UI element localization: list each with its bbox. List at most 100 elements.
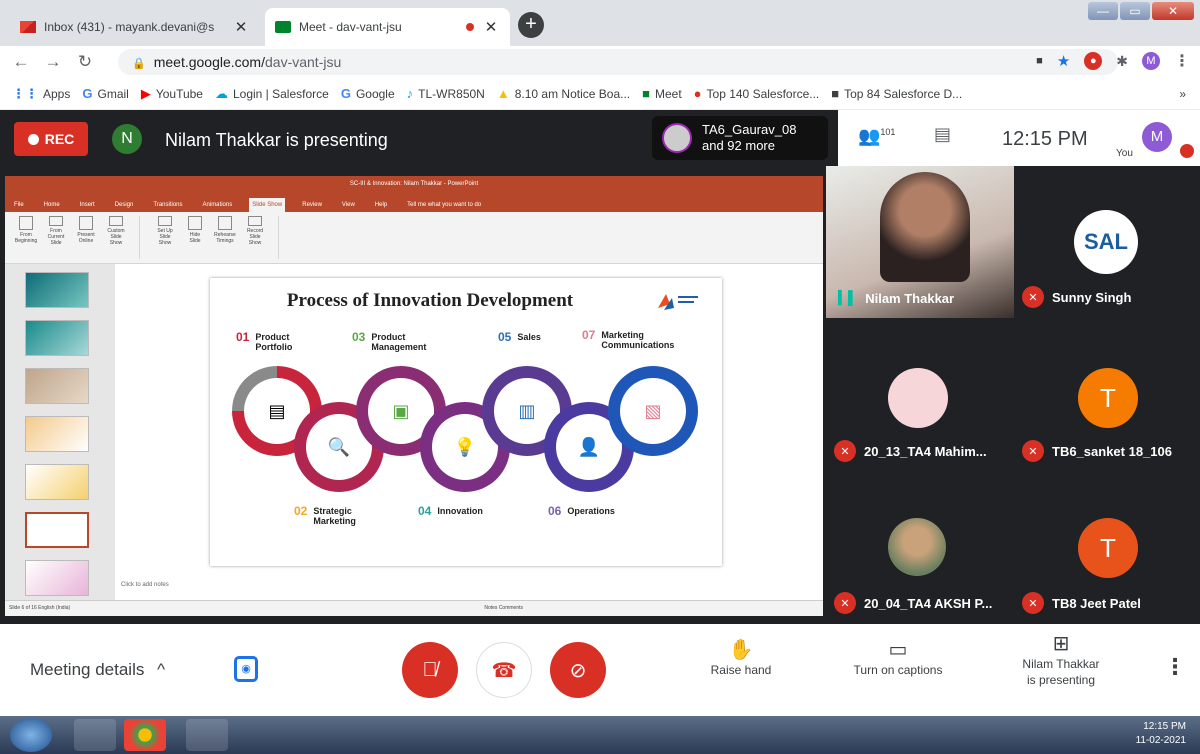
participant-tile[interactable]: ✕ 20_04_TA4 AKSH P... [826,470,1014,620]
participant-tile[interactable]: T ✕ TB6_sanket 18_106 [1016,318,1200,470]
meeting-details-button[interactable]: Meeting details ^ [30,660,165,680]
recording-badge[interactable]: REC [14,122,88,156]
app-taskbar-icon[interactable] [186,719,228,751]
browser-tab-strip: Inbox (431) - mayank.devani@s ✕ Meet - d… [0,0,1200,46]
tplink-icon: ♪ [406,86,414,101]
ppt-tell-me: Tell me what you want to do [407,202,482,208]
chrome-taskbar-icon[interactable] [124,719,166,751]
youtube-icon: ▶ [140,85,151,101]
bookmark-tplink[interactable]: ♪ TL-WR850N [407,86,485,101]
tab-gmail[interactable]: Inbox (431) - mayank.devani@s ✕ [10,8,260,46]
raise-hand-button[interactable]: ✋ Raise hand [700,639,782,678]
camera-icon[interactable]: ■ [1036,55,1043,67]
you-label: You [1116,148,1133,159]
star-icon[interactable]: ★ [1057,52,1070,70]
slide-thumbnail [25,416,89,452]
mic-off-icon: ✕ [834,440,856,462]
host-controls-shield-icon[interactable]: ◉ [234,656,258,682]
presentation-button[interactable]: ⊞ Nilam Thakkar is presenting [1006,634,1116,688]
profile-avatar[interactable]: M [1142,52,1160,70]
ppt-menu-bar: File Home Insert Design Transitions Anim… [5,192,823,212]
salesforce-icon: ☁ [214,85,228,101]
bookmark-youtube[interactable]: ▶ YouTube [141,86,203,102]
meet-top-bar: REC N Nilam Thakkar is presenting TA6_Ga… [0,110,1200,166]
bookmark-meet[interactable]: ■ Meet [642,86,682,101]
bookmark-top84[interactable]: ■ Top 84 Salesforce D... [831,86,962,101]
forward-icon[interactable]: → [42,52,64,72]
slide-thumbnail [25,320,89,356]
more-options-icon[interactable]: ⋮ [1164,654,1186,680]
participant-avatar: T [1078,518,1138,578]
ppt-ribbon: From Beginning From Current Slide Presen… [5,212,823,264]
participant-tile[interactable]: SAL ✕ Sunny Singh [1016,166,1200,318]
ribbon-group-start: From Beginning From Current Slide Presen… [15,216,140,259]
close-tab-icon[interactable]: ✕ [482,18,500,36]
bookmark-top140[interactable]: ● Top 140 Salesforce... [694,86,820,101]
chat-icon[interactable]: ▤ [934,124,951,145]
hand-icon: ✋ [728,639,754,661]
ribbon-button: Set Up Slide Show [154,216,176,246]
ppt-title-bar: SC-III & Innovation: Nilam Thakkar - Pow… [5,176,823,192]
url-input[interactable]: 🔒 meet.google.com/dav-vant-jsu [118,49,1118,75]
meet-icon [275,21,291,33]
bookmarks-overflow-icon[interactable]: » [1179,87,1186,101]
people-icon: 👥 [858,126,881,146]
people-button[interactable]: 👥101 [858,126,895,147]
web-icon: ● [693,86,702,101]
audio-wave-icon: ▍▌ [838,290,858,305]
drive-icon: ▲ [496,86,510,101]
participant-tile-presenter[interactable]: ▍▌ Nilam Thakkar [826,166,1014,318]
bookmark-apps[interactable]: ⋮⋮ Apps [12,86,70,102]
bookmark-gmail[interactable]: G Gmail [82,86,128,101]
lock-icon: 🔒 [132,58,146,70]
system-tray-clock[interactable]: 12:15 PM 11-02-2021 [1136,720,1186,748]
captions-button[interactable]: ▭ Turn on captions [838,640,958,678]
slide-thumbnail-active [25,512,89,548]
presenting-banner: Nilam Thakkar is presenting [165,130,388,150]
close-window-button[interactable]: ✕ [1152,2,1194,20]
mic-toggle-button[interactable]: 🎙̸ [402,642,458,698]
explorer-taskbar-icon[interactable] [74,719,116,751]
institute-logo [658,294,698,310]
participant-avatar [888,518,946,576]
self-avatar[interactable]: M [1142,122,1172,152]
close-tab-icon[interactable]: ✕ [232,18,250,36]
step-label: 05 Sales [498,330,541,344]
maximize-button[interactable]: ▭ [1120,2,1150,20]
leave-call-button[interactable]: ☎ [476,642,532,698]
current-slide: Process of Innovation Development 01 Prod… [210,278,722,566]
new-tab-button[interactable]: + [518,12,544,38]
step-ring: ▧ [608,366,698,456]
participant-tile[interactable]: T ✕ TB8 Jeet Patel [1016,470,1200,620]
window-controls: — ▭ ✕ [1086,2,1194,20]
slide-title: Process of Innovation Development [286,290,574,311]
start-button[interactable] [10,718,52,752]
self-muted-icon [1180,144,1194,158]
ribbon-button: From Beginning [15,216,37,246]
step-label: 01 Product Portfolio [236,330,293,352]
other-participants-chip[interactable]: TA6_Gaurav_08 and 92 more [652,116,828,160]
bookmark-notice-board[interactable]: ▲ 8.10 am Notice Boa... [497,86,630,101]
camera-toggle-button[interactable]: ⊘ [550,642,606,698]
extensions-icon[interactable]: ✱ [1116,53,1128,70]
back-icon[interactable]: ← [10,52,32,72]
ppt-menu-design: Design [114,202,134,208]
bookmarks-bar: ⋮⋮ Apps G Gmail ▶ YouTube ☁ Login | Salesfor… [0,78,1200,110]
document-icon: ▧ [620,378,686,444]
step-label: 07 Marketing Communications [582,328,675,350]
adblock-icon[interactable]: ● [1084,52,1103,70]
meeting-clock: 12:15 PM [1002,128,1088,150]
minimize-button[interactable]: — [1088,2,1118,20]
mic-off-icon: ✕ [1022,286,1044,308]
bookmark-google[interactable]: G Google [341,86,395,101]
reload-icon[interactable]: ↻ [74,52,96,72]
tab-meet[interactable]: Meet - dav-vant-jsu ✕ [265,8,510,46]
gmail-icon [20,21,36,33]
meet-bottom-bar: Meeting details ^ ◉ 🎙̸ ☎ ⊘ ✋ Raise hand ▭… [0,624,1200,716]
menu-icon[interactable]: ⋮ [1174,51,1190,71]
presenter-avatar: N [112,124,142,154]
address-bar-row: ← → ↻ 🔒 meet.google.com/dav-vant-jsu ■ ★ … [0,46,1200,78]
participant-avatar: T [1078,368,1138,428]
bookmark-salesforce[interactable]: ☁ Login | Salesforce [215,86,329,102]
participant-tile[interactable]: ✕ 20_13_TA4 Mahim... [826,318,1014,470]
